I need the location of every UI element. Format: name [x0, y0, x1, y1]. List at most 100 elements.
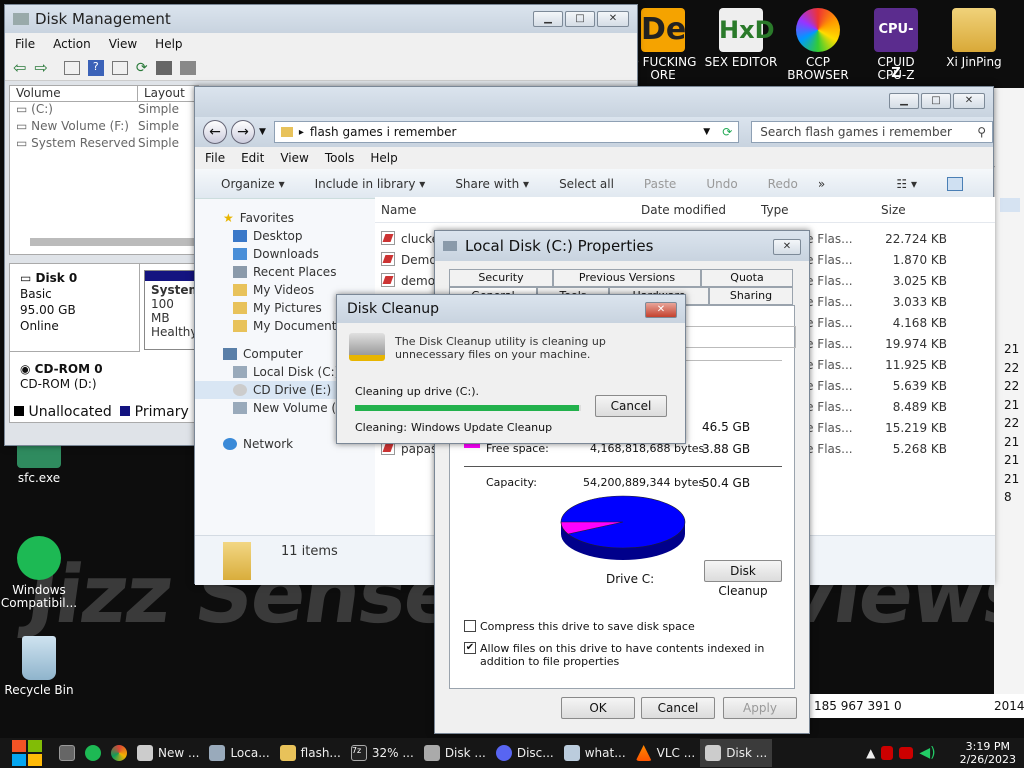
- index-option[interactable]: ✔ Allow files on this drive to have cont…: [464, 642, 784, 668]
- minimize-button[interactable]: ▁: [889, 93, 919, 109]
- chevron-down-icon[interactable]: ▼: [703, 127, 710, 137]
- taskbar-item[interactable]: what...: [559, 739, 631, 767]
- undo-button[interactable]: Undo: [706, 177, 737, 191]
- nav-downloads[interactable]: Downloads: [233, 245, 375, 263]
- clock[interactable]: 3:19 PM 2/26/2023: [960, 740, 1016, 766]
- cancel-button[interactable]: Cancel: [595, 395, 667, 417]
- taskbar-item[interactable]: Loca...: [204, 739, 274, 767]
- menu-file[interactable]: File: [205, 151, 225, 165]
- taskbar-item[interactable]: Disk ...: [419, 739, 491, 767]
- cancel-button[interactable]: Cancel: [641, 697, 715, 719]
- ok-button[interactable]: OK: [561, 697, 635, 719]
- column-size[interactable]: Size: [881, 197, 906, 223]
- taskbar-pinned-spotify[interactable]: [80, 739, 106, 767]
- tab-security[interactable]: Security: [449, 269, 553, 287]
- cdrom-info[interactable]: ◉ CD-ROM 0 CD-ROM (D:): [10, 358, 140, 398]
- back-button[interactable]: ←: [203, 120, 227, 144]
- include-in-library-button[interactable]: Include in library ▾: [315, 177, 426, 191]
- desktop-icon-xi-jinping[interactable]: Xi JinPing: [929, 8, 1019, 69]
- tray-expand-icon[interactable]: ▲: [866, 746, 875, 760]
- menu-view[interactable]: View: [280, 151, 308, 165]
- taskbar-item[interactable]: 7z 32% ...: [346, 739, 419, 767]
- back-icon[interactable]: ⇦: [13, 58, 26, 77]
- forward-button[interactable]: →: [230, 120, 255, 144]
- flag-icon[interactable]: [881, 746, 894, 760]
- help-icon[interactable]: ?: [87, 59, 104, 76]
- taskbar-item[interactable]: Disc...: [491, 739, 559, 767]
- taskbar-pinned-chrome[interactable]: [106, 739, 132, 767]
- menu-view[interactable]: View: [109, 37, 137, 51]
- properties-icon[interactable]: [155, 60, 172, 75]
- paste-button[interactable]: Paste: [644, 177, 676, 191]
- nav-desktop[interactable]: Desktop: [233, 227, 375, 245]
- nav-label: New Volume (F: [253, 401, 344, 415]
- taskbar-item[interactable]: flash...: [275, 739, 346, 767]
- tab-quota[interactable]: Quota: [701, 269, 793, 287]
- column-name[interactable]: Name: [381, 197, 416, 223]
- preview-pane-icon[interactable]: [947, 176, 963, 191]
- maximize-button[interactable]: □: [565, 11, 595, 27]
- horizontal-scrollbar[interactable]: [30, 238, 200, 246]
- taskbar-item[interactable]: Disk ...: [700, 739, 773, 767]
- menu-help[interactable]: Help: [155, 37, 182, 51]
- close-button[interactable]: ✕: [645, 302, 677, 318]
- disk-cleanup-button[interactable]: Disk Cleanup: [704, 560, 782, 598]
- menu-file[interactable]: File: [15, 37, 35, 51]
- apply-button[interactable]: Apply: [723, 697, 797, 719]
- taskbar-item[interactable]: New ...: [132, 739, 204, 767]
- forward-icon[interactable]: ⇨: [34, 58, 47, 77]
- view-options-icon[interactable]: ☷ ▾: [896, 177, 917, 191]
- maximize-button[interactable]: □: [921, 93, 951, 109]
- partition-system[interactable]: System 100 MB Healthy: [144, 270, 201, 350]
- menu-tools[interactable]: Tools: [325, 151, 355, 165]
- minimize-button[interactable]: ▁: [533, 11, 563, 27]
- desktop-icon-recycle-bin[interactable]: Recycle Bin: [0, 636, 84, 697]
- list-icon[interactable]: [111, 60, 128, 75]
- close-button[interactable]: ✕: [773, 239, 801, 255]
- tab-previous-versions[interactable]: Previous Versions: [553, 269, 701, 287]
- disk-0-info[interactable]: ▭ Disk 0 Basic 95.00 GB Online: [10, 264, 140, 352]
- taskbar-pinned-desktop[interactable]: [54, 739, 80, 767]
- close-button[interactable]: ✕: [597, 11, 629, 27]
- nav-recent-places[interactable]: Recent Places: [233, 263, 375, 281]
- start-button[interactable]: [0, 738, 54, 768]
- list-item[interactable]: ▭ New Volume (F:) Simple: [10, 119, 198, 136]
- monitor-icon[interactable]: [899, 747, 914, 759]
- dialog-title: Local Disk (C:) Properties: [465, 237, 654, 255]
- index-checkbox[interactable]: ✔: [464, 642, 476, 654]
- organize-button[interactable]: Organize ▾: [221, 177, 285, 191]
- desktop-icon-windows-compat[interactable]: Windows Compatibil...: [0, 536, 84, 610]
- address-bar[interactable]: ▸ flash games i remember ▼ ⟳: [273, 121, 740, 143]
- list-item[interactable]: ▭ (C:) Simple: [10, 102, 198, 119]
- menu-action[interactable]: Action: [53, 37, 91, 51]
- console-tree-icon[interactable]: [63, 60, 80, 75]
- tab-sharing[interactable]: Sharing: [709, 287, 793, 305]
- desktop-icon-sfc[interactable]: sfc.exe: [0, 440, 84, 485]
- desktop-icon-cpuz[interactable]: CPU-Z CPUID CPU-Z: [851, 8, 941, 82]
- rescan-icon[interactable]: [179, 60, 196, 75]
- menu-edit[interactable]: Edit: [241, 151, 264, 165]
- select-all-button[interactable]: Select all: [559, 177, 614, 191]
- volume-icon[interactable]: ◀): [919, 745, 935, 761]
- search-input[interactable]: Search flash games i remember ⚲: [751, 121, 993, 143]
- close-button[interactable]: ✕: [953, 93, 985, 109]
- refresh-icon[interactable]: ⟳: [716, 125, 738, 139]
- compress-checkbox[interactable]: [464, 620, 476, 632]
- refresh-icon[interactable]: ⟳: [136, 60, 148, 76]
- more-commands-button[interactable]: »: [818, 177, 825, 191]
- redo-button[interactable]: Redo: [768, 177, 798, 191]
- column-volume[interactable]: Volume: [10, 86, 138, 101]
- taskbar-item[interactable]: VLC ...: [631, 739, 701, 767]
- nav-favorites[interactable]: ★ Favorites: [223, 209, 375, 227]
- desktop-icon-ccp-browser[interactable]: CCP BROWSER: [773, 8, 863, 82]
- compress-option[interactable]: Compress this drive to save disk space: [464, 620, 695, 633]
- share-with-button[interactable]: Share with ▾: [455, 177, 529, 191]
- column-date-modified[interactable]: Date modified: [641, 197, 726, 223]
- column-layout[interactable]: Layout: [138, 86, 185, 101]
- menu-help[interactable]: Help: [370, 151, 397, 165]
- drive-label-input[interactable]: [680, 326, 796, 348]
- menu-bar: File Action View Help: [5, 33, 637, 55]
- list-item[interactable]: ▭ System Reserved Simple: [10, 136, 198, 153]
- column-type[interactable]: Type: [761, 197, 789, 223]
- recent-pages-icon[interactable]: ▼: [259, 127, 266, 137]
